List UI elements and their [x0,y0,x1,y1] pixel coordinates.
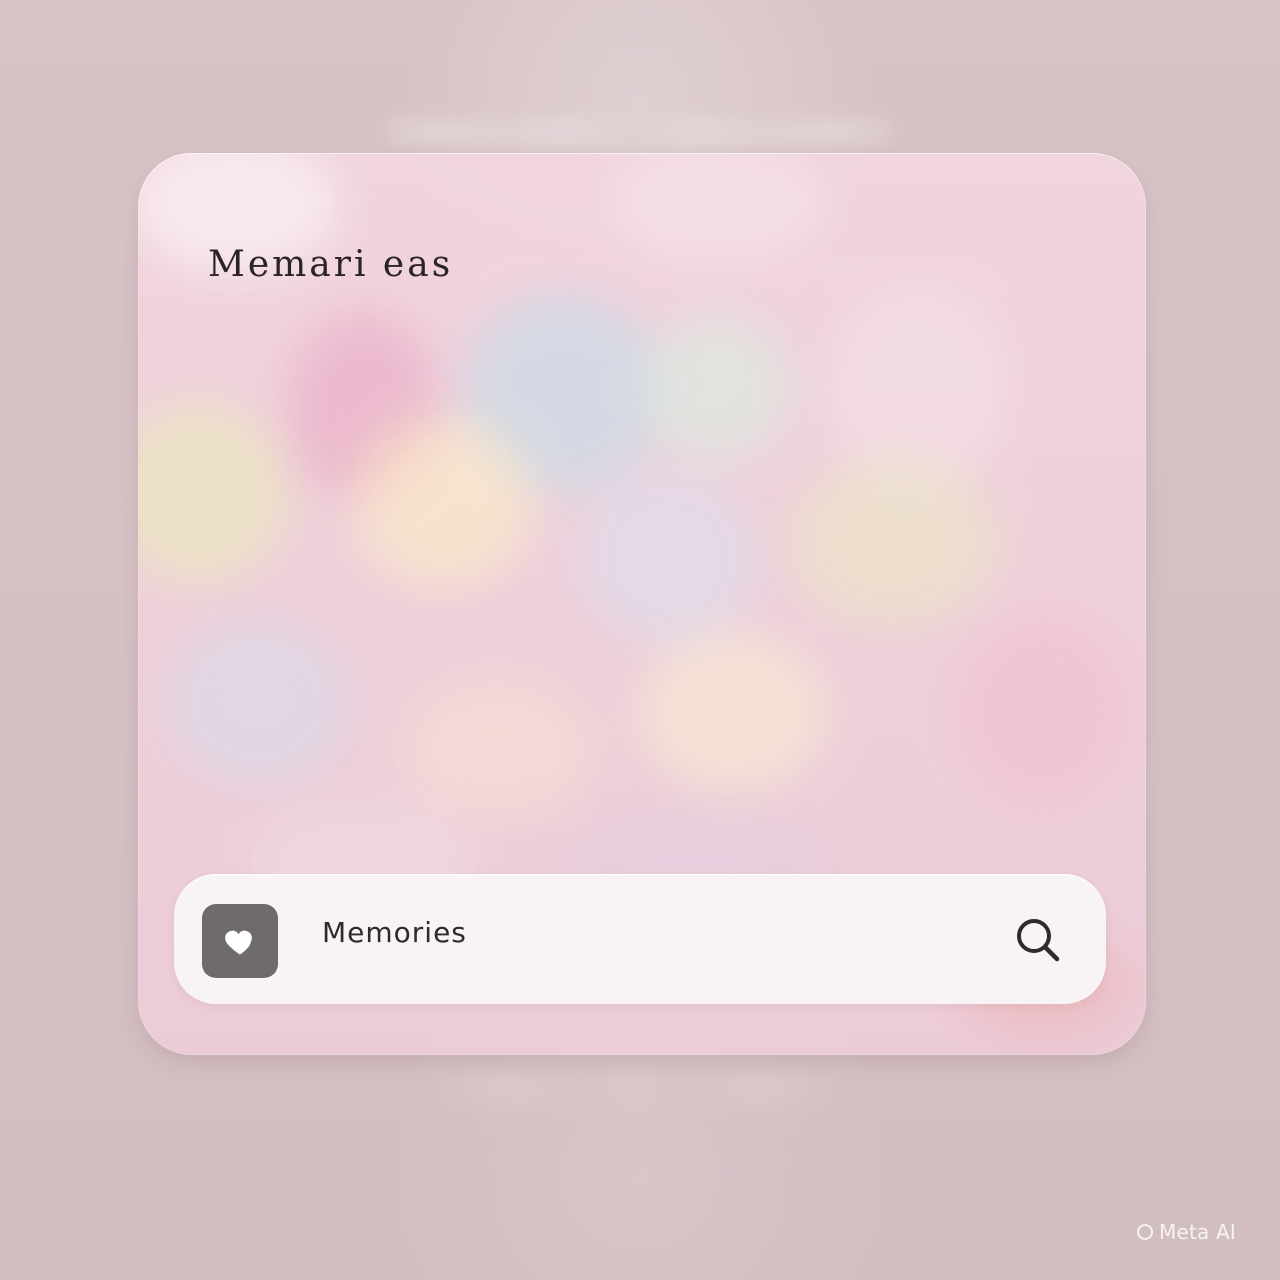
meta-ai-icon [1137,1224,1153,1240]
search-label: Memories [322,916,467,949]
memories-widget[interactable]: Memari eas Memories [138,153,1146,1055]
meta-ai-watermark: Meta AI [1137,1220,1236,1244]
heart-icon [202,904,278,978]
watermark-text: Meta AI [1159,1220,1236,1244]
widget-title: Memari eas [208,244,454,285]
memories-search-bar[interactable]: Memories [174,874,1106,1004]
search-icon[interactable] [1012,914,1064,966]
